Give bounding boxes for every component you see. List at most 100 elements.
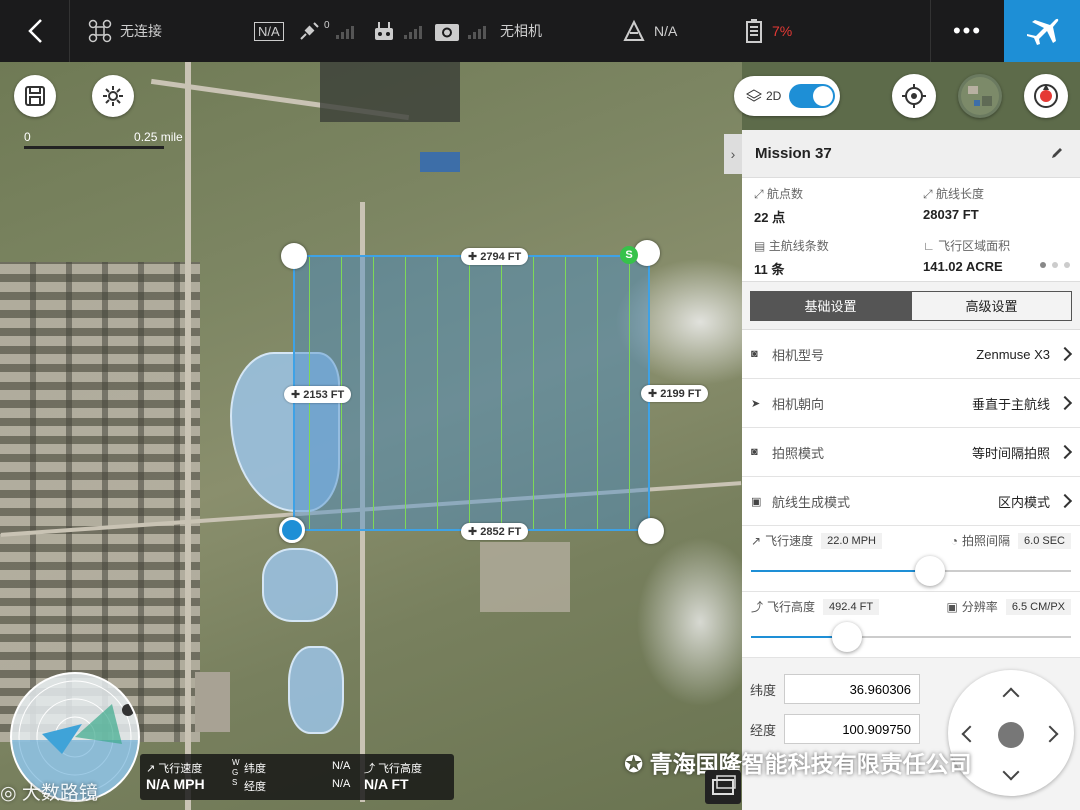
lake-area	[262, 548, 338, 622]
row-label: 相机朝向	[772, 396, 825, 412]
locate-button[interactable]	[892, 74, 936, 118]
stat-waypoints: ⤢ 航点数 22 点	[742, 178, 911, 230]
route-line	[597, 257, 598, 529]
battery-icon	[746, 19, 762, 43]
flight-mode-status: N/A	[622, 0, 677, 62]
arrow-left-icon[interactable]	[961, 725, 979, 743]
row-label: 拍照模式	[772, 445, 825, 461]
start-point-marker[interactable]: S	[620, 246, 638, 264]
chevron-right-icon	[1057, 493, 1073, 509]
tab-basic-settings[interactable]: 基础设置	[750, 290, 911, 321]
longitude-label: 经度	[750, 722, 777, 738]
speed-value: 22.0 MPH	[821, 532, 882, 549]
speed-icon: ↗	[751, 533, 762, 548]
crosshair-icon	[902, 84, 926, 108]
gps-letter: W	[232, 758, 240, 767]
satellite-status: 0	[298, 0, 356, 62]
stat-value: 28037 FT	[923, 207, 979, 222]
save-icon	[25, 86, 45, 106]
rc-signal-bars	[404, 23, 424, 39]
window-switch-icon	[712, 775, 736, 795]
toggle-switch[interactable]	[789, 84, 836, 108]
panel-collapse-button[interactable]: ›	[724, 134, 742, 174]
watermark-brand: ◎ 大数路镜	[0, 778, 98, 805]
area-icon: ∟	[923, 239, 935, 253]
toggle-2d-label: 2D	[766, 89, 782, 103]
arrow-down-icon[interactable]	[1002, 763, 1020, 781]
airplane-icon	[1027, 18, 1059, 45]
compass-button[interactable]	[1024, 74, 1068, 118]
vertex-handle-bottom-right[interactable]	[638, 518, 664, 544]
flight-mode-icon	[623, 19, 645, 41]
telemetry-bar: ↗ 飞行速度 N/A MPH W G S 纬度 经度 N/A N/A ⤴ 飞行高…	[140, 754, 454, 800]
camera-label: 无相机	[500, 23, 542, 39]
arrow-right-icon[interactable]	[1041, 725, 1059, 743]
tele-speed-label: 飞行速度	[158, 763, 203, 775]
camera-signal-bars	[468, 23, 488, 39]
camera-status[interactable]: 无相机	[434, 0, 542, 62]
mission-stats: ⤢ 航点数 22 点 ⤢ 航线长度 28037 FT ▤ 主航线条数 11 条 …	[742, 178, 1080, 282]
dimension-label-top[interactable]: ✚ 2794 FT	[461, 248, 529, 265]
resolution-value: 6.5 CM/PX	[1005, 598, 1071, 615]
watermark2-text: 大数路镜	[21, 783, 98, 804]
dimension-label-right[interactable]: ✚ 2199 FT	[641, 385, 709, 402]
vertex-handle-top-left[interactable]	[281, 243, 307, 269]
row-camera-orientation[interactable]: ➤ 相机朝向 垂直于主航线	[742, 379, 1080, 428]
row-route-generation-mode[interactable]: ▣ 航线生成模式 区内模式	[742, 477, 1080, 526]
battery-status[interactable]: 7%	[744, 0, 792, 62]
lines-icon: ▤	[754, 239, 766, 253]
altitude-label: 飞行高度	[767, 600, 816, 614]
building-block	[195, 672, 230, 732]
camera-icon: ◙	[751, 348, 758, 360]
road	[185, 62, 191, 810]
dimension-label-bottom[interactable]: ✚ 2852 FT	[461, 523, 529, 540]
scale-right-label: 0.25 mile	[134, 130, 183, 144]
latitude-input[interactable]	[784, 674, 921, 704]
altitude-icon: ⤴	[364, 763, 375, 775]
route-line	[533, 257, 534, 529]
camera-switch-button[interactable]	[705, 770, 741, 804]
speed-slider-track[interactable]	[751, 570, 1071, 572]
speed-slider-knob[interactable]	[915, 556, 946, 586]
edit-icon[interactable]	[1050, 146, 1064, 160]
aircraft-connection[interactable]: 无连接	[88, 0, 162, 62]
route-line	[501, 257, 502, 529]
fly-button[interactable]	[1004, 0, 1080, 62]
chevron-right-icon	[1057, 395, 1073, 411]
longitude-input[interactable]	[784, 714, 921, 744]
mission-settings-button[interactable]	[92, 75, 134, 117]
stat-route-length: ⤢ 航线长度 28037 FT	[911, 178, 1080, 230]
more-button[interactable]: •••	[930, 0, 1004, 62]
route-line	[565, 257, 566, 529]
latitude-label: 纬度	[750, 682, 777, 698]
remote-controller-icon	[375, 22, 393, 40]
stat-label: 航点数	[766, 187, 803, 201]
chevron-left-icon	[27, 19, 42, 43]
tab-advanced-settings[interactable]: 高级设置	[911, 290, 1072, 321]
map-2d-toggle[interactable]: 2D	[734, 76, 840, 116]
camera-icon	[435, 24, 459, 41]
mission-panel: Mission 37 ⤢ 航点数 22 点 ⤢ 航线长度 28037 FT ▤ …	[742, 130, 1080, 658]
dimension-label-left[interactable]: ✚ 2153 FT	[284, 386, 352, 403]
tele-gps-letters: W G S	[232, 758, 240, 788]
vertex-handle-bottom-left[interactable]	[279, 517, 305, 543]
gps-letter: S	[232, 778, 238, 787]
altitude-slider-track[interactable]	[751, 636, 1071, 638]
row-camera-model[interactable]: ◙ 相机型号 Zenmuse X3	[742, 330, 1080, 379]
settings-tabs: 基础设置 高级设置	[742, 282, 1080, 330]
village-block	[480, 542, 570, 612]
save-mission-button[interactable]	[14, 75, 56, 117]
map-type-button[interactable]	[958, 74, 1002, 118]
back-button[interactable]	[0, 0, 70, 62]
altitude-slider-knob[interactable]	[832, 622, 862, 652]
page-indicator[interactable]	[1034, 255, 1070, 273]
gear-icon	[103, 86, 123, 106]
resolution-icon: ▣	[946, 599, 958, 614]
tele-lon-label: 经度	[244, 781, 266, 793]
arrow-up-icon[interactable]	[1002, 687, 1020, 705]
route-line	[437, 257, 438, 529]
row-shooting-mode[interactable]: ◙ 拍照模式 等时间隔拍照	[742, 428, 1080, 477]
speed-icon: ↗	[146, 763, 156, 775]
dpad-center[interactable]	[998, 722, 1024, 748]
compass-icon	[1034, 84, 1058, 108]
